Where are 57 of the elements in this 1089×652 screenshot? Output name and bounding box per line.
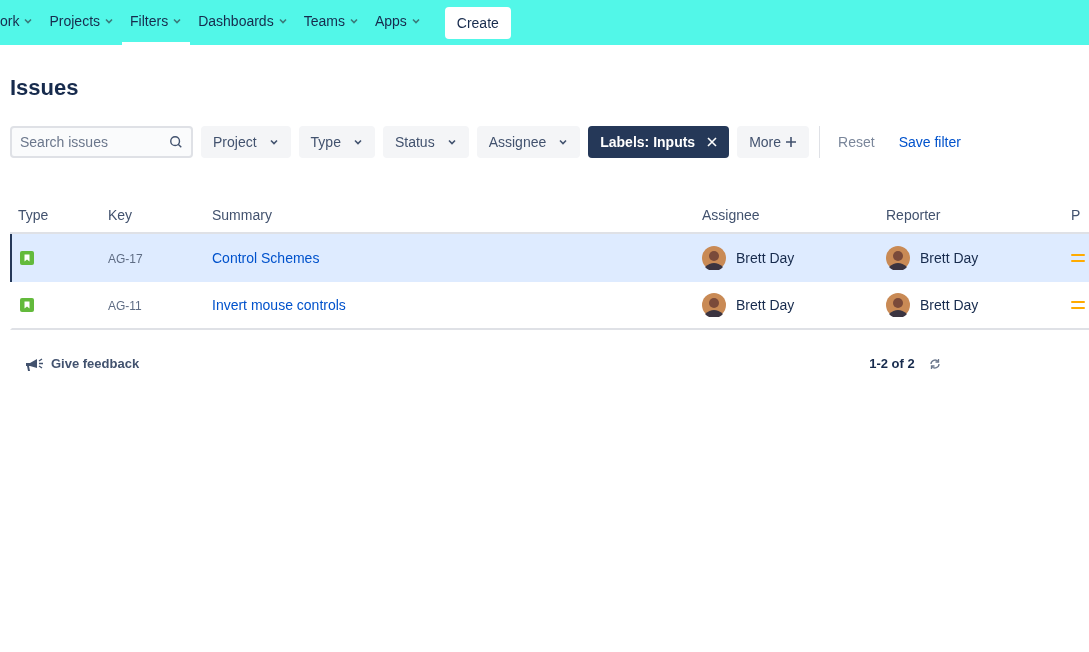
issue-key: AG-11 <box>108 299 142 313</box>
avatar <box>886 293 910 317</box>
issue-summary-link[interactable]: Invert mouse controls <box>212 297 346 313</box>
issue-summary-link[interactable]: Control Schemes <box>212 250 320 266</box>
create-button[interactable]: Create <box>444 6 511 39</box>
nav-menu[interactable]: ork <box>0 0 42 45</box>
avatar <box>702 246 726 270</box>
column-header: Type <box>18 207 49 223</box>
reset-button[interactable]: Reset <box>830 126 883 158</box>
close-icon <box>707 137 718 147</box>
priority-medium-icon <box>1071 253 1085 263</box>
issue-row[interactable]: AG-17 Control Schemes Brett Day Brett Day <box>10 234 1089 282</box>
column-header: Reporter <box>886 207 941 223</box>
chevron-down-icon <box>172 16 183 26</box>
nav-menu[interactable]: Teams <box>295 0 367 45</box>
reporter-name: Brett Day <box>920 296 979 315</box>
give-feedback-button[interactable]: Give feedback <box>25 354 140 374</box>
chevron-down-icon <box>268 137 279 147</box>
refresh-icon[interactable] <box>928 358 941 370</box>
megaphone-icon <box>25 356 45 372</box>
page-title: Issues <box>10 74 80 102</box>
chevron-down-icon <box>410 16 421 26</box>
avatar <box>702 293 726 317</box>
assignee-name: Brett Day <box>736 296 795 315</box>
chevron-down-icon <box>352 137 363 147</box>
nav-menu[interactable]: Filters <box>122 0 191 45</box>
story-icon <box>20 298 34 312</box>
chevron-down-icon <box>446 137 457 147</box>
assignee-name: Brett Day <box>736 249 795 268</box>
chevron-down-icon <box>104 16 115 26</box>
filter-dropdown[interactable]: Status <box>382 126 469 158</box>
search-field[interactable]: Search issues <box>10 126 193 158</box>
filter-dropdown[interactable]: Project <box>201 126 291 158</box>
story-icon <box>20 251 34 265</box>
applied-filter-chip[interactable]: Labels: Inputs <box>588 126 730 158</box>
chevron-down-icon <box>23 16 34 26</box>
issue-key: AG-17 <box>108 252 143 266</box>
reporter-name: Brett Day <box>920 249 979 268</box>
more-filters-button[interactable]: More <box>737 126 810 158</box>
filter-dropdown[interactable]: Assignee <box>476 126 581 158</box>
chevron-down-icon <box>348 16 359 26</box>
column-header: Assignee <box>702 207 760 223</box>
chevron-down-icon <box>558 137 569 147</box>
priority-medium-icon <box>1071 300 1085 310</box>
avatar <box>886 246 910 270</box>
column-header: Summary <box>212 207 272 223</box>
chevron-down-icon <box>277 16 288 26</box>
column-header: Key <box>108 207 133 223</box>
search-icon <box>169 135 183 149</box>
nav-menu[interactable]: Apps <box>366 0 429 45</box>
column-header: P <box>1071 207 1081 223</box>
plus-icon <box>785 136 798 148</box>
nav-menu[interactable]: Projects <box>41 0 123 45</box>
result-count: 1-2 of 2 <box>869 355 915 374</box>
nav-menu[interactable]: Dashboards <box>190 0 296 45</box>
save-filter-link[interactable]: Save filter <box>890 126 969 158</box>
filter-dropdown[interactable]: Type <box>298 126 375 158</box>
